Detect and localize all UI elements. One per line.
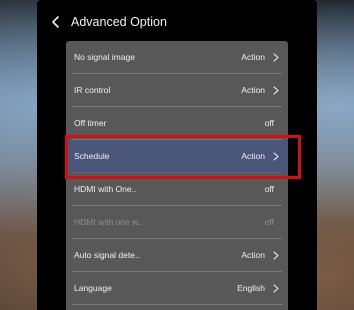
setting-label: Auto signal dete..	[74, 250, 140, 260]
setting-label: Schedule	[74, 151, 110, 161]
setting-row-off-timer[interactable]: Off timer off	[66, 107, 288, 140]
chevron-right-icon	[273, 152, 279, 161]
chevron-right-icon	[273, 251, 279, 260]
chevron-right-icon	[273, 53, 279, 62]
divider	[72, 304, 282, 305]
setting-row-ir-control[interactable]: IR control Action	[66, 74, 288, 107]
setting-label: IR control	[74, 85, 111, 95]
setting-row-no-signal-image[interactable]: No signal image Action	[66, 41, 288, 74]
setting-value: off	[264, 118, 274, 128]
advanced-option-panel: Advanced Option No signal image Action I…	[37, 0, 317, 310]
setting-row-auto-signal-detect[interactable]: Auto signal dete.. Action	[66, 239, 288, 272]
setting-value: off	[264, 184, 274, 194]
setting-row-language[interactable]: Language English	[66, 272, 288, 305]
setting-label: Language	[74, 283, 112, 293]
setting-row-hdmi-with-one-w: HDMI with one w.. off	[66, 206, 288, 239]
setting-value: off	[264, 217, 274, 227]
setting-value: English	[237, 283, 265, 293]
setting-label: HDMI with One..	[74, 184, 137, 194]
setting-row-schedule[interactable]: Schedule Action	[66, 140, 288, 173]
panel-header: Advanced Option	[37, 0, 317, 44]
setting-row-hdmi-with-one[interactable]: HDMI with One.. off	[66, 173, 288, 206]
setting-label: No signal image	[74, 52, 135, 62]
setting-value: Action	[241, 85, 265, 95]
setting-value: Action	[241, 151, 265, 161]
setting-label: HDMI with one w..	[74, 217, 143, 227]
page-title: Advanced Option	[71, 15, 167, 29]
setting-label: Off timer	[74, 118, 107, 128]
settings-list: No signal image Action IR control Action…	[66, 41, 288, 310]
chevron-right-icon	[273, 86, 279, 95]
chevron-right-icon	[273, 284, 279, 293]
chevron-left-icon[interactable]	[49, 14, 63, 30]
setting-value: Action	[241, 52, 265, 62]
setting-value: Action	[241, 250, 265, 260]
